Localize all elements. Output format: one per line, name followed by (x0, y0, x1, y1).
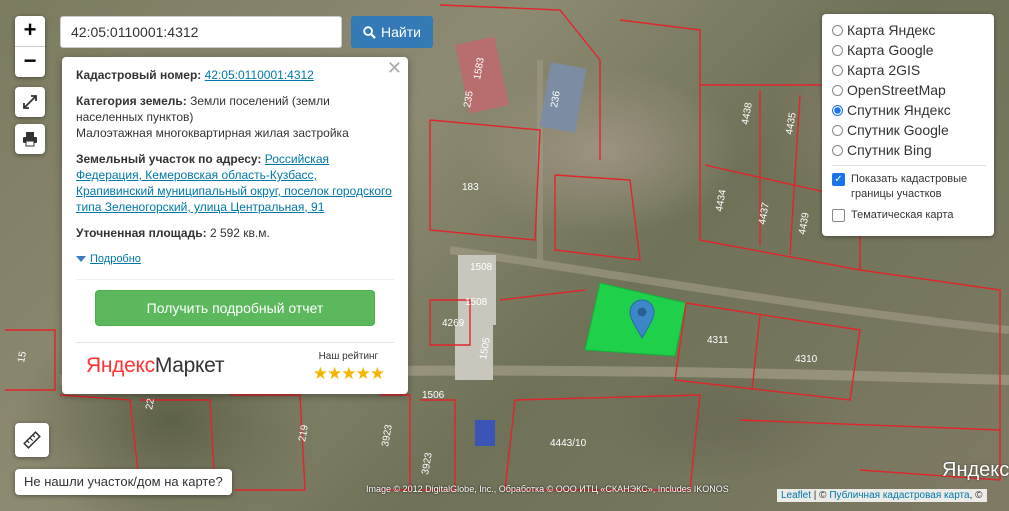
layer-option[interactable]: Карта 2GIS (832, 60, 986, 80)
search-input[interactable] (60, 16, 342, 48)
layer-option[interactable]: Карта Яндекс (832, 20, 986, 40)
parcel-label: 4439 (797, 211, 812, 235)
parcel-label: 4311 (707, 335, 729, 346)
parcel-label: 1506 (422, 390, 445, 401)
parcel-info-popup: ✕ Кадастровый номер: 42:05:0110001:4312 … (62, 57, 408, 394)
rating-label: Наш рейтинг (318, 351, 379, 362)
layer-option-label: Спутник Bing (847, 142, 932, 158)
expand-icon (23, 95, 37, 109)
rating-block: Наш рейтинг ★★★★★ (312, 349, 385, 383)
parcel-label: 1508 (470, 262, 493, 273)
radio-icon (832, 44, 843, 56)
ruler-icon (23, 431, 41, 449)
radio-icon (832, 124, 843, 136)
pkk-link[interactable]: Публичная кадастровая карта (829, 490, 969, 501)
address-label: Земельный участок по адресу: (76, 152, 262, 166)
layer-option-label: Спутник Яндекс (847, 102, 951, 118)
category-label: Категория земель: (76, 94, 187, 108)
radio-icon (832, 64, 843, 76)
parcel-label: 1508 (465, 297, 488, 308)
yandex-market-logo: ЯндексМаркет (86, 354, 225, 377)
parcel-label: 15 (16, 350, 29, 363)
thematic-map-label: Тематическая карта (851, 209, 954, 221)
layer-option-label: Спутник Google (847, 122, 949, 138)
layer-option[interactable]: Спутник Bing (832, 140, 986, 160)
zoom-control: + − (15, 16, 45, 77)
layer-option[interactable]: OpenStreetMap (832, 80, 986, 100)
parcel-label: 183 (462, 182, 479, 193)
layer-option[interactable]: Спутник Яндекс (832, 100, 986, 120)
rating-stars: ★★★★★ (312, 364, 385, 383)
layer-option-label: Карта Google (847, 42, 934, 58)
zoom-in-button[interactable]: + (15, 16, 45, 46)
parcel-label: 4443/10 (550, 438, 587, 449)
show-borders-label: Показать кадастровые границы участков (851, 173, 968, 200)
parcel-label: 3923 (380, 423, 395, 447)
find-button[interactable]: Найти (351, 16, 433, 48)
imagery-copyright: Image © 2012 DigitalGlobe, Inc., Обработ… (366, 484, 729, 494)
parcel-label: 4434 (714, 188, 729, 212)
thematic-map-checkbox[interactable]: Тематическая карта (832, 208, 986, 223)
leaflet-link[interactable]: Leaflet (781, 490, 811, 501)
layer-option[interactable]: Карта Google (832, 40, 986, 60)
get-report-button[interactable]: Получить подробный отчет (95, 290, 375, 326)
close-icon[interactable]: ✕ (387, 59, 402, 77)
parcel-label: 219 (297, 424, 311, 443)
yandex-watermark: Яндекс (942, 459, 1009, 481)
layer-switcher: Карта Яндекс Карта Google Карта 2GIS OpenSt… (822, 14, 994, 236)
layer-option[interactable]: Спутник Google (832, 120, 986, 140)
fullscreen-button[interactable] (15, 87, 45, 117)
checkbox-checked-icon: ✓ (832, 173, 845, 186)
cadastral-label: Кадастровый номер: (76, 68, 202, 82)
parcel-label: 4310 (795, 354, 818, 365)
yandex-market-banner[interactable]: ЯндексМаркет Наш рейтинг ★★★★★ (76, 343, 394, 383)
area-value: 2 592 кв.м. (209, 226, 270, 240)
radio-icon (832, 24, 843, 36)
parcel-label: 4435 (784, 111, 799, 135)
radio-icon (832, 144, 843, 156)
details-label: Подробно (90, 253, 141, 265)
parcel-label: 4269 (442, 318, 465, 329)
land-usage: Малоэтажная многоквартирная жилая застро… (76, 126, 349, 140)
parcel-label: 4438 (740, 101, 755, 125)
radio-icon (832, 84, 843, 96)
printer-icon (23, 132, 37, 147)
area-label: Уточненная площадь: (76, 226, 207, 240)
show-borders-checkbox[interactable]: ✓ Показать кадастровые границы участков (832, 172, 986, 202)
layer-option-label: OpenStreetMap (847, 82, 946, 98)
layer-option-label: Карта 2GIS (847, 62, 921, 78)
measure-button[interactable] (15, 423, 49, 457)
layer-option-label: Карта Яндекс (847, 22, 936, 38)
search-icon (363, 25, 376, 39)
checkbox-icon (832, 209, 845, 222)
find-button-label: Найти (381, 24, 421, 40)
cadastral-link[interactable]: 42:05:0110001:4312 (205, 68, 314, 82)
not-found-button[interactable]: Не нашли участок/дом на карте? (15, 469, 232, 495)
parcel-label: 3923 (420, 451, 435, 475)
print-button[interactable] (15, 124, 45, 154)
attribution-bar: Leaflet | © Публичная кадастровая карта,… (777, 489, 987, 502)
caret-down-icon (76, 256, 86, 262)
radio-selected-icon (832, 104, 843, 116)
zoom-out-button[interactable]: − (15, 46, 45, 77)
details-toggle[interactable]: Подробно (76, 251, 394, 267)
parcel-label: 22 (144, 397, 157, 410)
